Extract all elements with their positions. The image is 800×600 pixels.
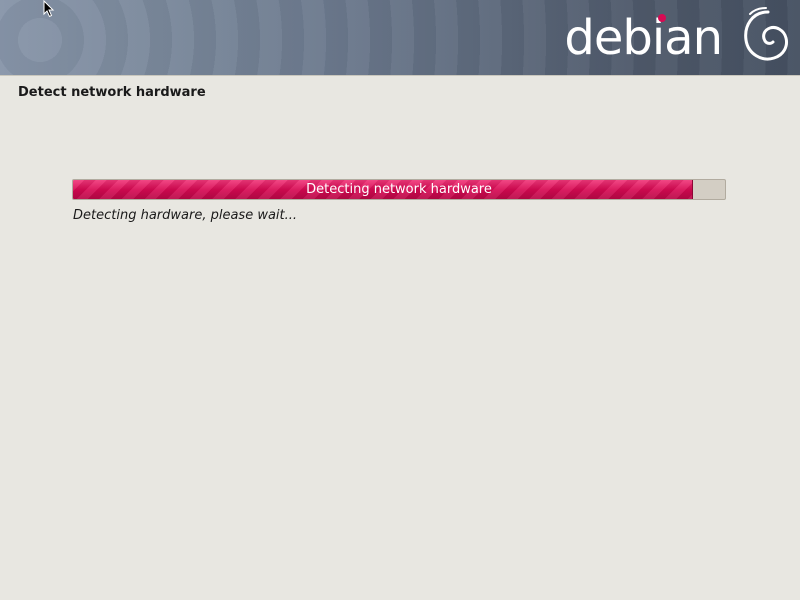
debian-swirl-icon [744,7,788,61]
debian-logo-text: debian [564,10,723,66]
progress-bar-label: Detecting network hardware [306,182,492,197]
status-message: Detecting hardware, please wait... [73,208,298,223]
progress-bar: Detecting network hardware [72,179,726,200]
mouse-pointer-icon [43,0,55,18]
debian-logo-dot-icon [658,14,666,22]
header-separator [0,75,800,76]
debian-banner: debian [0,0,800,75]
page-title: Detect network hardware [18,85,206,100]
